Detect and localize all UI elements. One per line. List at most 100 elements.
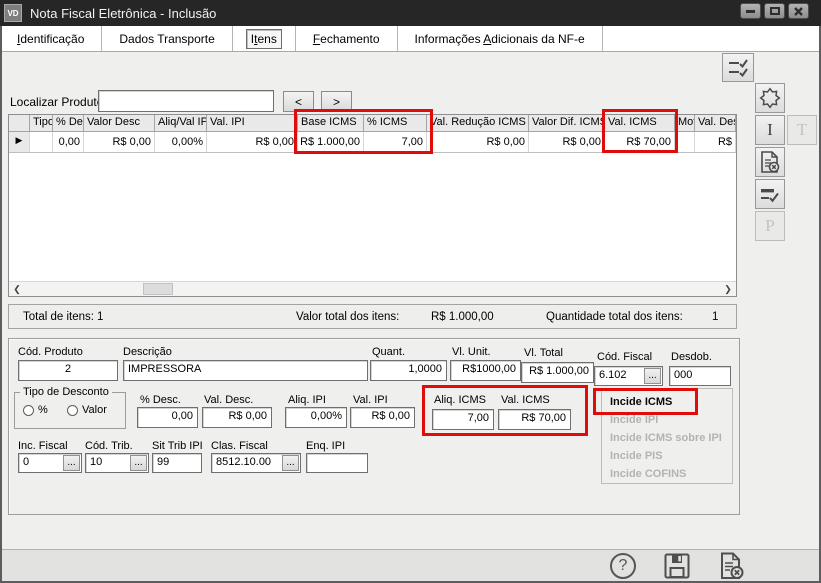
incide-icms-item[interactable]: Incide ICMS	[610, 393, 732, 411]
cell-tipo[interactable]	[30, 132, 53, 152]
cod-fiscal-field[interactable]: 6.102 ...	[594, 366, 663, 386]
radio-valor[interactable]: Valor	[67, 404, 107, 416]
scroll-left-icon[interactable]: ❮	[9, 282, 25, 296]
cell-base-icms[interactable]: R$ 1.000,00	[298, 132, 364, 152]
tab-itens[interactable]: Itens	[233, 26, 296, 51]
cod-trib-field[interactable]: 10 ...	[85, 453, 149, 473]
minimize-button[interactable]	[740, 3, 761, 19]
aliq-ipi-field[interactable]: 0,00%	[285, 407, 347, 428]
grid-col-perc-desc[interactable]: % De	[53, 115, 84, 132]
val-ipi-field[interactable]: R$ 0,00	[350, 407, 415, 428]
cell-mot[interactable]	[675, 132, 695, 152]
cell-perc-icms[interactable]: 7,00	[364, 132, 427, 152]
cell-val-ipi[interactable]: R$ 0,00	[207, 132, 298, 152]
total-qty-value: 1	[712, 311, 718, 323]
tab-fechamento[interactable]: Fechamento	[296, 26, 398, 51]
cell-valor-dif-icms[interactable]: R$ 0,00	[529, 132, 605, 152]
grid-data-row[interactable]: ▶ 0,00 R$ 0,00 0,00% R$ 0,00 R$ 1.000,00…	[9, 132, 736, 153]
quant-field[interactable]: 1,0000	[370, 360, 447, 381]
maximize-button[interactable]	[764, 3, 785, 19]
cell-valor-desc[interactable]: R$ 0,00	[84, 132, 155, 152]
val-icms-field[interactable]: R$ 70,00	[498, 409, 571, 430]
perc-desc-field[interactable]: 0,00	[137, 407, 198, 428]
inc-fiscal-field[interactable]: 0 ...	[18, 453, 82, 473]
perc-desc-label: % Desc.	[140, 394, 181, 406]
total-items-value: 1	[97, 311, 103, 323]
tab-identificacao[interactable]: Identificação	[0, 26, 102, 51]
desdob-label: Desdob.	[671, 351, 712, 363]
document-cancel-icon	[758, 150, 782, 174]
grid-col-mot[interactable]: Mot	[675, 115, 695, 132]
grid-col-tipo[interactable]: Tipo	[30, 115, 53, 132]
grid-col-valor-desc[interactable]: Valor Desc	[84, 115, 155, 132]
grid-col-val-reducao-icms[interactable]: Val. Redução ICMS	[427, 115, 529, 132]
confirm-item-button[interactable]	[755, 179, 785, 209]
row-indicator-icon: ▶	[9, 132, 30, 152]
minimize-icon	[746, 10, 755, 13]
cod-trib-browse-button[interactable]: ...	[130, 455, 147, 471]
incide-ipi-item: Incide IPI	[610, 411, 732, 429]
clas-fiscal-browse-button[interactable]: ...	[282, 455, 299, 471]
grid-col-aliq-val-ipi[interactable]: Aliq/Val IP	[155, 115, 207, 132]
radio-valor-icon[interactable]	[67, 405, 78, 416]
clas-fiscal-value[interactable]: 8512.10.00	[212, 454, 281, 472]
cell-aliq-val-ipi[interactable]: 0,00%	[155, 132, 207, 152]
descricao-field[interactable]: IMPRESSORA	[123, 360, 368, 381]
grid-col-perc-icms[interactable]: % ICMS	[364, 115, 427, 132]
cancel-button[interactable]	[716, 551, 746, 583]
clas-fiscal-field[interactable]: 8512.10.00 ...	[211, 453, 301, 473]
search-prev-button[interactable]: <	[283, 91, 314, 112]
vl-unit-label: Vl. Unit.	[452, 346, 491, 358]
cell-val-reducao-icms[interactable]: R$ 0,00	[427, 132, 529, 152]
scrollbar-thumb[interactable]	[143, 283, 173, 295]
radio-percent-icon[interactable]	[23, 405, 34, 416]
grid-col-val-icms[interactable]: Val. ICMS	[605, 115, 675, 132]
incide-icms-sobre-ipi-item: Incide ICMS sobre IPI	[610, 429, 732, 447]
desdob-field[interactable]: 000	[669, 366, 731, 386]
help-icon: ?	[619, 557, 628, 575]
cell-val-des[interactable]: R$	[695, 132, 736, 152]
cod-trib-label: Cód. Trib.	[85, 440, 133, 452]
cell-val-icms[interactable]: R$ 70,00	[605, 132, 675, 152]
grid-col-valor-dif-icms[interactable]: Valor Dif. ICMS	[529, 115, 605, 132]
cell-perc-desc[interactable]: 0,00	[53, 132, 84, 152]
cod-produto-field[interactable]: 2	[18, 360, 118, 381]
radio-percent[interactable]: %	[23, 404, 48, 416]
help-button[interactable]: ?	[610, 553, 636, 579]
val-ipi-label: Val. IPI	[353, 394, 388, 406]
sit-trib-ipi-field[interactable]: 99	[152, 453, 202, 473]
close-button[interactable]	[788, 3, 809, 19]
val-desc-field[interactable]: R$ 0,00	[202, 407, 272, 428]
grid-col-indicator	[9, 115, 30, 132]
totals-bar: Total de itens: 1 Valor total dos itens:…	[8, 304, 737, 329]
aliq-icms-field[interactable]: 7,00	[432, 409, 494, 430]
grid-horizontal-scrollbar[interactable]: ❮ ❯	[9, 281, 736, 296]
cod-fiscal-browse-button[interactable]: ...	[644, 368, 661, 384]
delete-item-button[interactable]	[755, 147, 785, 177]
scroll-right-icon[interactable]: ❯	[720, 282, 736, 296]
tipo-desconto-groupbox: Tipo de Desconto % Valor	[14, 392, 126, 429]
vl-total-field[interactable]: R$ 1.000,00	[521, 362, 594, 383]
save-button[interactable]	[663, 552, 691, 583]
enq-ipi-field[interactable]	[306, 453, 368, 473]
search-next-button[interactable]: >	[321, 91, 352, 112]
inc-fiscal-browse-button[interactable]: ...	[63, 455, 80, 471]
cod-fiscal-value[interactable]: 6.102	[595, 367, 643, 385]
italic-button[interactable]: I	[755, 115, 785, 145]
cod-trib-value[interactable]: 10	[86, 454, 129, 472]
tab-informacoes-adicionais[interactable]: Informações Adicionais da NF-e	[398, 26, 603, 51]
inc-fiscal-value[interactable]: 0	[19, 454, 62, 472]
check-all-items-button[interactable]	[722, 53, 754, 82]
search-input[interactable]	[98, 90, 274, 112]
grid-header-row: Tipo % De Valor Desc Aliq/Val IP Val. IP…	[9, 115, 736, 132]
quant-label: Quant.	[372, 346, 405, 358]
grid-col-val-des[interactable]: Val. Des	[695, 115, 736, 132]
scrollbar-track[interactable]	[25, 282, 720, 296]
tab-dados-transporte[interactable]: Dados Transporte	[102, 26, 232, 51]
window-title: Nota Fiscal Eletrônica - Inclusão	[30, 6, 216, 21]
grid-col-base-icms[interactable]: Base ICMS	[298, 115, 364, 132]
grid-col-val-ipi[interactable]: Val. IPI	[207, 115, 298, 132]
star-button[interactable]	[755, 83, 785, 113]
vl-unit-field[interactable]: R$1000,00	[450, 360, 521, 381]
sit-trib-ipi-label: Sit Trib IPI	[152, 440, 203, 452]
